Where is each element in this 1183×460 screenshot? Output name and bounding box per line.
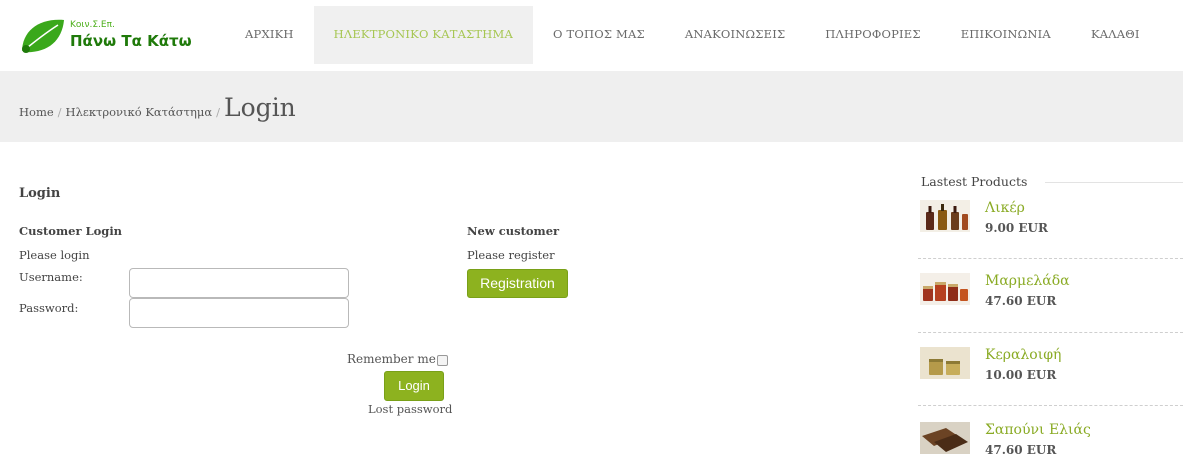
breadcrumb-separator: /: [216, 105, 221, 119]
nav-item-our-place[interactable]: Ο ΤΟΠΟΣ ΜΑΣ: [533, 6, 665, 64]
remember-me[interactable]: Remember me: [347, 352, 448, 366]
password-label: Password:: [19, 301, 79, 315]
username-field[interactable]: [129, 268, 349, 298]
breadcrumb-separator: /: [57, 105, 62, 119]
login-button[interactable]: Login: [384, 371, 444, 401]
breadcrumb-band: Home / Ηλεκτρονικό Κατάστημα / Login: [0, 71, 1183, 142]
username-label: Username:: [19, 270, 83, 284]
product-name[interactable]: Σαπούνι Ελιάς: [985, 422, 1091, 438]
breadcrumb-shop-link[interactable]: Ηλεκτρονικό Κατάστημα: [66, 105, 213, 119]
leaf-logo-icon: [21, 19, 64, 53]
nav-item-announcements[interactable]: ΑΝΑΚΟΙΝΩΣΕΙΣ: [665, 6, 805, 64]
product-name[interactable]: Μαρμελάδα: [985, 273, 1070, 289]
olive-soap-bars-icon[interactable]: [920, 422, 970, 454]
username-input[interactable]: [130, 269, 348, 297]
site-logo[interactable]: Κοιν.Σ.Επ. Πάνω Τα Κάτω: [18, 14, 198, 58]
logo-subtitle: Κοιν.Σ.Επ.: [70, 20, 115, 30]
product-name[interactable]: Λικέρ: [985, 200, 1025, 216]
product-item[interactable]: Σαπούνι Ελιάς 47.60 EUR: [918, 422, 1183, 460]
product-price: 10.00 EUR: [985, 368, 1057, 382]
product-item[interactable]: Κεραλοιφή 10.00 EUR: [918, 347, 1183, 407]
logo-name: Πάνω Τα Κάτω: [70, 32, 192, 50]
login-heading: Login: [19, 186, 61, 201]
main-nav: ΑΡΧΙΚΗ ΗΛΕΚΤΡΟΝΙΚΟ ΚΑΤΑΣΤΗΜΑ Ο ΤΟΠΟΣ ΜΑΣ…: [225, 6, 1160, 64]
breadcrumb: Home / Ηλεκτρονικό Κατάστημα / Login: [19, 93, 296, 122]
product-price: 47.60 EUR: [985, 443, 1057, 457]
new-customer-title: New customer: [467, 224, 560, 238]
password-field[interactable]: [129, 298, 349, 328]
new-customer-subtitle: Please register: [467, 248, 555, 262]
liqueur-bottles-icon[interactable]: [920, 200, 970, 232]
nav-item-information[interactable]: ΠΛΗΡΟΦΟΡΙΕΣ: [805, 6, 940, 64]
remember-me-checkbox[interactable]: [436, 355, 448, 366]
password-input[interactable]: [130, 299, 348, 327]
nav-item-eshop[interactable]: ΗΛΕΚΤΡΟΝΙΚΟ ΚΑΤΑΣΤΗΜΑ: [313, 6, 534, 64]
product-name[interactable]: Κεραλοιφή: [985, 347, 1061, 363]
product-price: 9.00 EUR: [985, 221, 1048, 235]
product-item[interactable]: Μαρμελάδα 47.60 EUR: [918, 273, 1183, 333]
site-header: Κοιν.Σ.Επ. Πάνω Τα Κάτω ΑΡΧΙΚΗ ΗΛΕΚΤΡΟΝΙ…: [0, 0, 1183, 70]
nav-item-home[interactable]: ΑΡΧΙΚΗ: [225, 6, 314, 64]
nav-item-cart[interactable]: ΚΑΛΑΘΙ: [1071, 6, 1160, 64]
page-title: Login: [224, 93, 296, 122]
jam-jars-icon[interactable]: [920, 273, 970, 305]
customer-login-subtitle: Please login: [19, 248, 90, 262]
wax-ointment-jars-icon[interactable]: [920, 347, 970, 379]
product-divider: [918, 332, 1183, 333]
product-divider: [918, 258, 1183, 259]
product-divider: [918, 405, 1183, 406]
registration-button[interactable]: Registration: [467, 269, 568, 298]
product-price: 47.60 EUR: [985, 294, 1057, 308]
nav-item-contact[interactable]: ΕΠΙΚΟΙΝΩΝΙΑ: [941, 6, 1071, 64]
lost-password-link[interactable]: Lost password: [368, 402, 452, 416]
product-item[interactable]: Λικέρ 9.00 EUR: [918, 200, 1183, 260]
customer-login-title: Customer Login: [19, 224, 123, 238]
heading-rule: [1045, 182, 1183, 183]
breadcrumb-home-link[interactable]: Home: [19, 105, 54, 119]
remember-me-label: Remember me: [347, 352, 436, 366]
latest-products-heading: Lastest Products: [921, 174, 1028, 189]
